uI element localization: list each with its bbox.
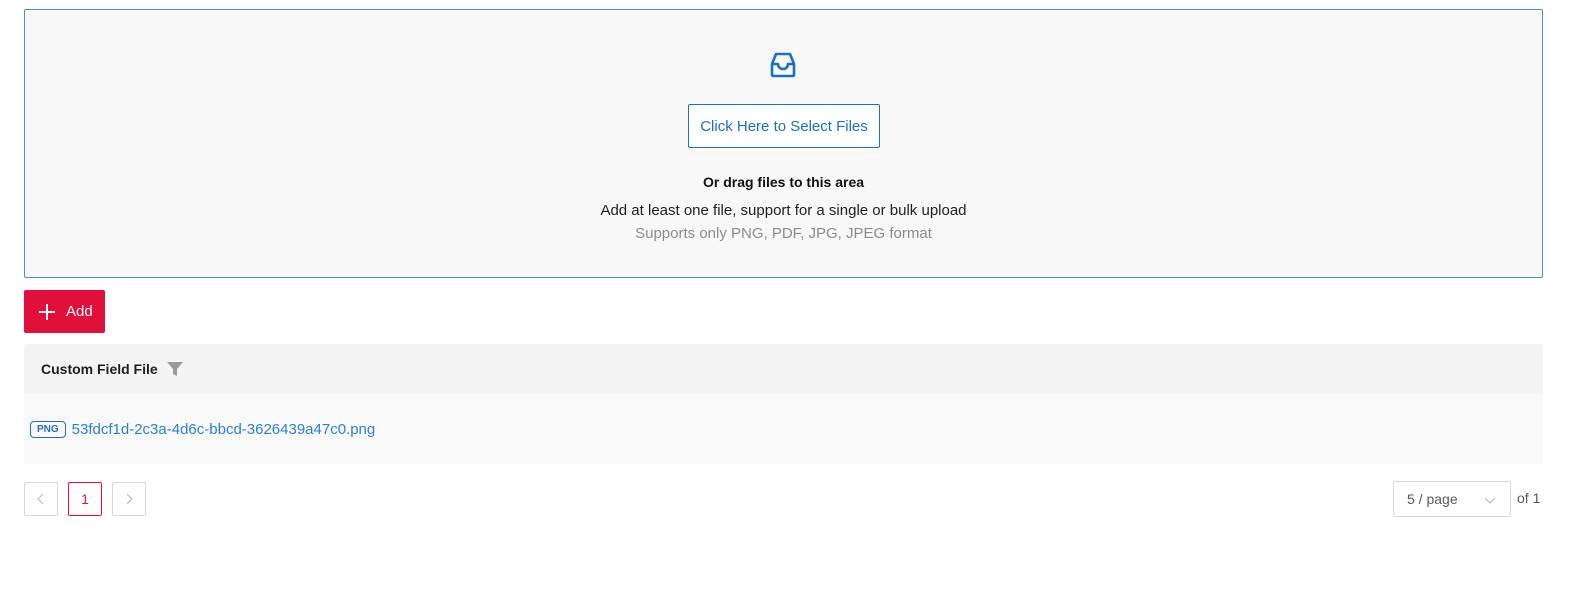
chevron-right-icon [126, 493, 133, 505]
plus-icon [39, 303, 55, 320]
chevron-left-icon [37, 493, 44, 505]
drag-title: Or drag files to this area [702, 174, 865, 190]
file-drop-zone[interactable]: Click Here to Select Files Or drag files… [24, 9, 1543, 278]
page-size-select[interactable]: 5 / page [1393, 481, 1511, 517]
table-header: Custom Field File [24, 344, 1543, 394]
prev-page-button[interactable] [24, 482, 58, 516]
column-header-custom-field-file: Custom Field File [41, 361, 158, 377]
filter-icon[interactable] [166, 360, 184, 378]
select-files-button[interactable]: Click Here to Select Files [688, 104, 880, 148]
page-number-button[interactable]: 1 [68, 482, 102, 516]
add-button[interactable]: Add [24, 290, 105, 333]
file-link[interactable]: 53fdcf1d-2c3a-4d6c-bbcd-3626439a47c0.png [72, 421, 376, 438]
supported-formats: Supports only PNG, PDF, JPG, JPEG format [635, 225, 932, 242]
inbox-icon [770, 52, 796, 78]
next-page-button[interactable] [112, 482, 146, 516]
upload-hint: Add at least one file, support for a sin… [600, 202, 967, 219]
page-total: of 1 [1517, 490, 1541, 506]
files-table: Custom Field File PNG 53fdcf1d-2c3a-4d6c… [24, 344, 1543, 464]
table-row: PNG 53fdcf1d-2c3a-4d6c-bbcd-3626439a47c0… [24, 394, 1543, 464]
file-type-badge: PNG [30, 420, 66, 438]
add-button-label: Add [66, 303, 93, 320]
chevron-down-icon [1484, 497, 1496, 504]
page-size-value: 5 / page [1407, 491, 1458, 507]
